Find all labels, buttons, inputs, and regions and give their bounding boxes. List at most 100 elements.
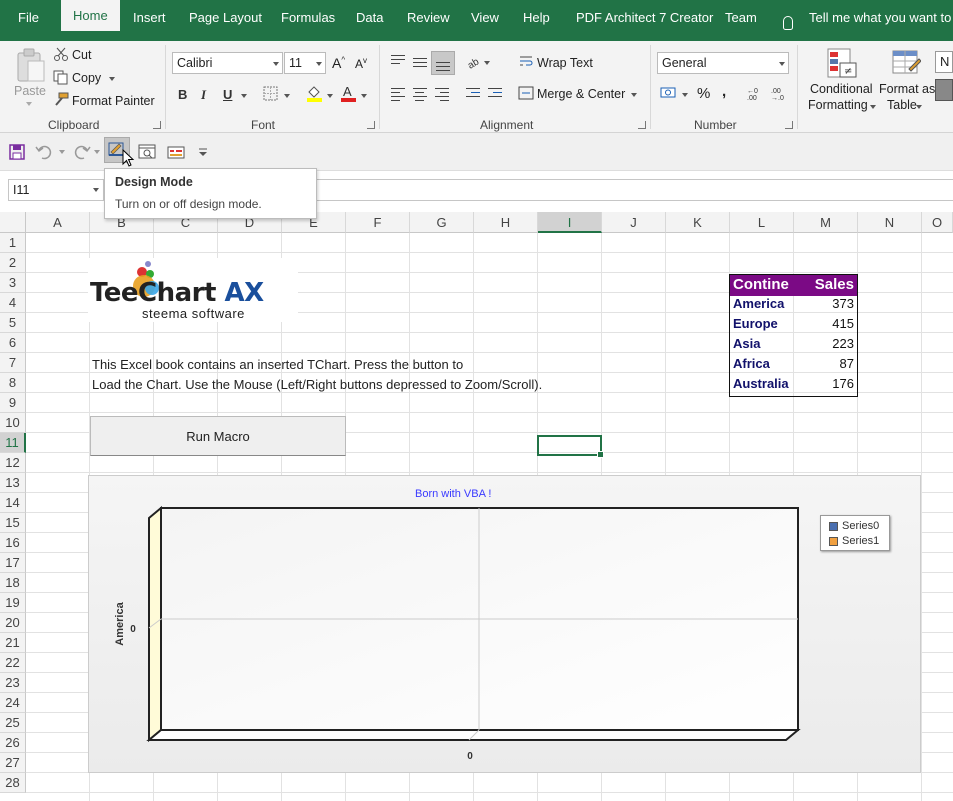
table-row[interactable]: Africa 87 xyxy=(730,356,857,376)
row-header-19[interactable]: 19 xyxy=(0,593,26,613)
row-header-23[interactable]: 23 xyxy=(0,673,26,693)
table-row[interactable]: Europe 415 xyxy=(730,316,857,336)
format-painter-button[interactable]: Format Painter xyxy=(72,94,155,108)
number-format-select[interactable]: General xyxy=(657,52,789,74)
underline-button[interactable]: U xyxy=(223,87,232,102)
conditional-formatting-label[interactable]: Conditional xyxy=(810,82,873,96)
chart-plot-svg[interactable]: 0 0 America xyxy=(89,476,922,774)
row-header-22[interactable]: 22 xyxy=(0,653,26,673)
table-row[interactable]: Australia 176 xyxy=(730,376,857,396)
column-header-A[interactable]: A xyxy=(26,212,90,233)
row-header-25[interactable]: 25 xyxy=(0,713,26,733)
align-left-icon[interactable] xyxy=(391,88,405,104)
clipboard-launcher-icon[interactable] xyxy=(153,121,161,129)
tab-help[interactable]: Help xyxy=(523,10,550,25)
copy-dropdown-icon[interactable] xyxy=(109,77,115,81)
row-header-3[interactable]: 3 xyxy=(0,273,26,293)
format-as-table-dropdown-icon[interactable] xyxy=(916,105,922,109)
row-header-6[interactable]: 6 xyxy=(0,333,26,353)
conditional-formatting-dropdown-icon[interactable] xyxy=(870,105,876,109)
row-header-5[interactable]: 5 xyxy=(0,313,26,333)
teechart-control[interactable]: Born with VBA ! 0 0 America Series0 Seri… xyxy=(88,475,921,773)
align-center-icon[interactable] xyxy=(413,88,427,104)
tab-insert[interactable]: Insert xyxy=(133,10,166,25)
redo-dropdown-icon[interactable] xyxy=(94,150,100,154)
row-header-10[interactable]: 10 xyxy=(0,413,26,433)
orientation-dropdown-icon[interactable] xyxy=(484,61,490,65)
column-header-F[interactable]: F xyxy=(346,212,410,233)
increase-indent-icon[interactable] xyxy=(488,88,502,100)
wrap-text-button[interactable]: Wrap Text xyxy=(537,56,593,70)
alignment-launcher-icon[interactable] xyxy=(638,121,646,129)
controls-gallery-icon[interactable] xyxy=(165,141,187,163)
row-header-15[interactable]: 15 xyxy=(0,513,26,533)
row-header-11[interactable]: 11 xyxy=(0,433,26,453)
comma-style-button[interactable]: , xyxy=(722,83,726,100)
row-header-2[interactable]: 2 xyxy=(0,253,26,273)
row-header-28[interactable]: 28 xyxy=(0,773,26,793)
table-row[interactable]: Asia 223 xyxy=(730,336,857,356)
row-header-16[interactable]: 16 xyxy=(0,533,26,553)
tell-me-search[interactable]: Tell me what you want to do xyxy=(809,10,953,25)
merge-center-button[interactable]: Merge & Center xyxy=(537,87,625,101)
italic-button[interactable]: I xyxy=(201,87,206,103)
percent-style-button[interactable]: % xyxy=(697,85,710,102)
tab-formulas[interactable]: Formulas xyxy=(281,10,335,25)
name-box-dropdown-icon[interactable] xyxy=(93,188,99,192)
column-header-L[interactable]: L xyxy=(730,212,794,233)
row-header-17[interactable]: 17 xyxy=(0,553,26,573)
borders-icon[interactable] xyxy=(263,86,278,101)
format-as-table-label[interactable]: Format as xyxy=(879,82,935,96)
properties-icon[interactable] xyxy=(136,141,158,163)
row-header-13[interactable]: 13 xyxy=(0,473,26,493)
tab-review[interactable]: Review xyxy=(407,10,450,25)
column-header-K[interactable]: K xyxy=(666,212,730,233)
fill-color-icon[interactable] xyxy=(306,84,323,102)
lightbulb-icon[interactable] xyxy=(783,16,793,30)
format-as-table-label-2[interactable]: Table xyxy=(887,98,917,112)
font-color-dropdown-icon[interactable] xyxy=(361,94,367,98)
align-top-icon[interactable] xyxy=(391,55,405,67)
grow-font-button[interactable]: A^ xyxy=(332,55,345,71)
row-header-8[interactable]: 8 xyxy=(0,373,26,393)
column-header-G[interactable]: G xyxy=(410,212,474,233)
align-right-icon[interactable] xyxy=(435,88,449,104)
tab-pdf-architect[interactable]: PDF Architect 7 Creator xyxy=(576,10,713,25)
column-header-H[interactable]: H xyxy=(474,212,538,233)
tab-view[interactable]: View xyxy=(471,10,499,25)
column-header-I[interactable]: I xyxy=(538,212,602,233)
customize-qat-icon[interactable] xyxy=(196,141,218,163)
redo-icon[interactable] xyxy=(70,141,92,163)
cut-button[interactable]: Cut xyxy=(72,48,91,62)
tab-page-layout[interactable]: Page Layout xyxy=(189,10,262,25)
increase-decimal-icon[interactable]: ←0.00 xyxy=(745,85,765,101)
merge-center-dropdown-icon[interactable] xyxy=(631,93,637,97)
save-icon[interactable] xyxy=(6,141,28,163)
number-launcher-icon[interactable] xyxy=(785,121,793,129)
underline-dropdown-icon[interactable] xyxy=(241,94,247,98)
select-all-corner[interactable] xyxy=(0,212,26,233)
paste-dropdown-icon[interactable] xyxy=(26,102,32,106)
paste-icon[interactable] xyxy=(14,47,46,83)
align-bottom-button[interactable] xyxy=(431,51,455,75)
bold-button[interactable]: B xyxy=(178,87,187,102)
undo-icon[interactable] xyxy=(34,141,56,163)
align-middle-icon[interactable] xyxy=(413,58,427,70)
fill-color-dropdown-icon[interactable] xyxy=(327,94,333,98)
row-header-14[interactable]: 14 xyxy=(0,493,26,513)
format-as-table-icon[interactable] xyxy=(891,47,921,81)
column-header-M[interactable]: M xyxy=(794,212,858,233)
tab-file[interactable]: File xyxy=(18,10,39,25)
row-header-21[interactable]: 21 xyxy=(0,633,26,653)
accounting-dropdown-icon[interactable] xyxy=(682,93,688,97)
cell-styles-gallery[interactable]: N xyxy=(935,51,953,73)
row-header-7[interactable]: 7 xyxy=(0,353,26,373)
row-header-24[interactable]: 24 xyxy=(0,693,26,713)
font-launcher-icon[interactable] xyxy=(367,121,375,129)
name-box[interactable]: I11 xyxy=(8,179,104,201)
tab-home[interactable]: Home xyxy=(61,0,120,31)
column-header-O[interactable]: O xyxy=(922,212,953,233)
tab-data[interactable]: Data xyxy=(356,10,383,25)
column-header-J[interactable]: J xyxy=(602,212,666,233)
row-header-27[interactable]: 27 xyxy=(0,753,26,773)
